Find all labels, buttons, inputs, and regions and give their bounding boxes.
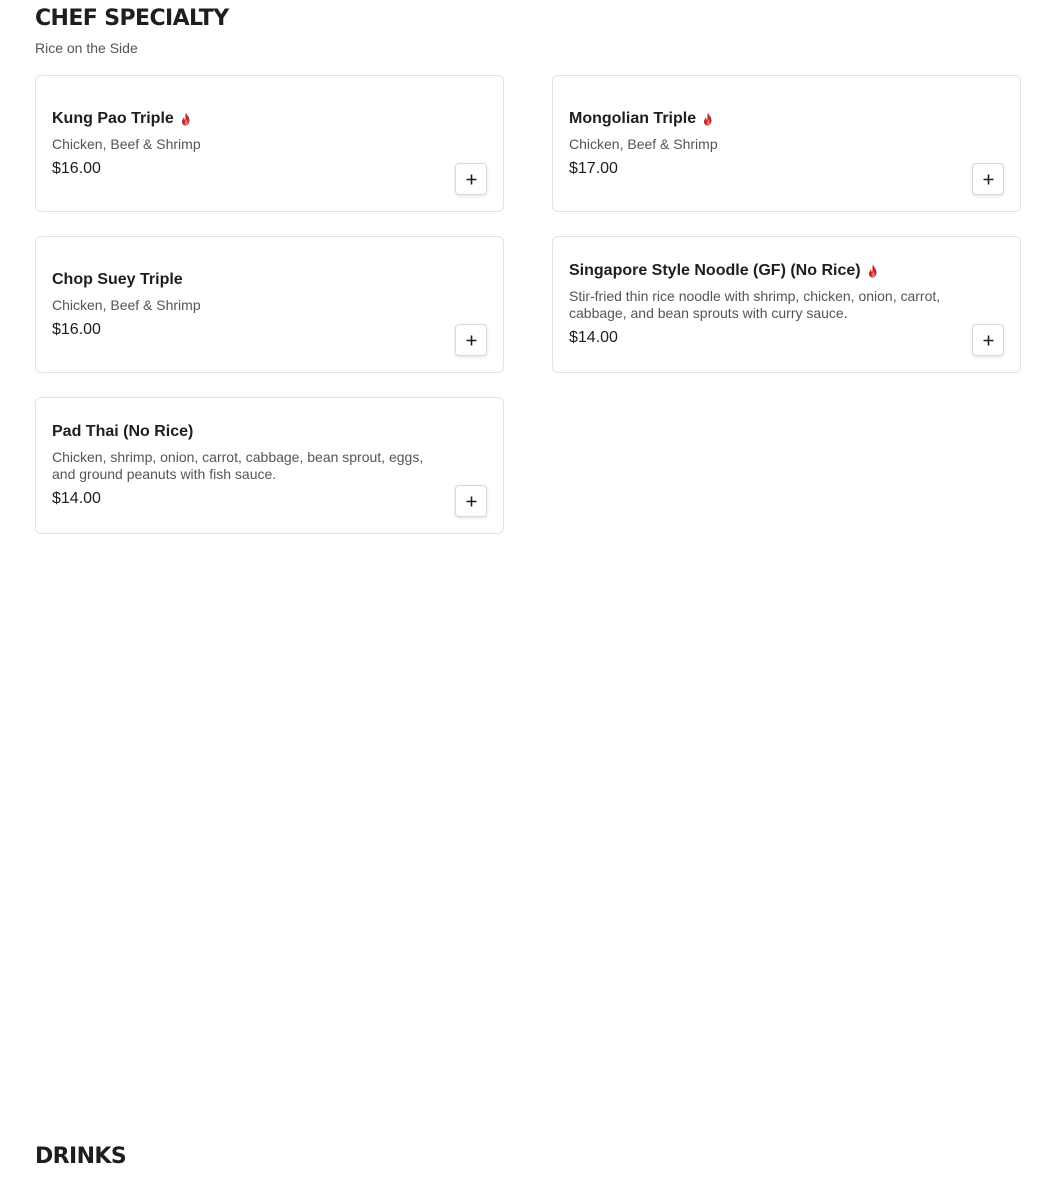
menu-item-card[interactable]: Chop Suey Triple Chicken, Beef & Shrimp … [35, 236, 504, 373]
menu-item-description: Stir-fried thin rice noodle with shrimp,… [569, 288, 941, 321]
menu-item-card[interactable]: Singapore Style Noodle (GF) (No Rice) St… [552, 236, 1021, 373]
menu-item-card[interactable]: Pad Thai (No Rice) Chicken, shrimp, onio… [35, 397, 504, 534]
menu-item-price: $16.00 [52, 320, 101, 338]
spicy-flame-icon [180, 112, 192, 126]
menu-item-price: $14.00 [52, 490, 101, 507]
menu-item-title: Pad Thai (No Rice) [52, 422, 447, 442]
menu-item-name: Pad Thai (No Rice) [52, 423, 194, 440]
menu-item-title: Chop Suey Triple [52, 270, 447, 290]
plus-icon [983, 174, 993, 184]
plus-icon [466, 174, 476, 184]
plus-icon [983, 335, 993, 345]
menu-item-name: Singapore Style Noodle (GF) (No Rice) [569, 262, 861, 279]
plus-icon [466, 496, 476, 506]
menu-item-grid: Kung Pao Triple Chicken, Beef & Shrimp $… [35, 75, 1021, 534]
menu-item-title: Mongolian Triple [569, 109, 964, 129]
section-title-drinks: DRINKS [35, 1144, 127, 1169]
menu-item-description: Chicken, Beef & Shrimp [52, 296, 201, 313]
menu-item-description: Chicken, Beef & Shrimp [569, 135, 718, 152]
section-subtitle: Rice on the Side [35, 40, 138, 56]
menu-item-card[interactable]: Kung Pao Triple Chicken, Beef & Shrimp $… [35, 75, 504, 212]
plus-icon [466, 335, 476, 345]
menu-item-price: $16.00 [52, 159, 101, 177]
menu-item-price: $17.00 [569, 159, 618, 177]
add-to-cart-button[interactable] [455, 163, 487, 195]
menu-item-title: Kung Pao Triple [52, 109, 447, 129]
menu-item-description: Chicken, Beef & Shrimp [52, 135, 201, 152]
section-title-chef-specialty: CHEF SPECIALTY [35, 6, 229, 31]
menu-item-name: Chop Suey Triple [52, 270, 183, 288]
menu-item-price: $14.00 [569, 329, 618, 346]
add-to-cart-button[interactable] [972, 324, 1004, 356]
spicy-flame-icon [702, 112, 714, 126]
menu-item-name: Kung Pao Triple [52, 109, 174, 127]
menu-item-name: Mongolian Triple [569, 109, 697, 127]
menu-item-card[interactable]: Mongolian Triple Chicken, Beef & Shrimp … [552, 75, 1021, 212]
spicy-flame-icon [867, 264, 879, 278]
add-to-cart-button[interactable] [455, 485, 487, 517]
add-to-cart-button[interactable] [972, 163, 1004, 195]
menu-item-title: Singapore Style Noodle (GF) (No Rice) [569, 261, 964, 281]
menu-item-description: Chicken, shrimp, onion, carrot, cabbage,… [52, 449, 424, 482]
add-to-cart-button[interactable] [455, 324, 487, 356]
